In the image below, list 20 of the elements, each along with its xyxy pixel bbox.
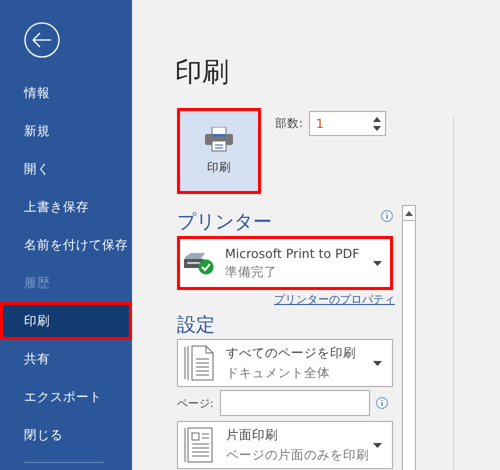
sidebar-item[interactable]: 上書き保存 [0, 188, 132, 226]
printer-dropdown[interactable]: Microsoft Print to PDF 準備完了 [177, 236, 393, 290]
page-title: 印刷 [175, 56, 230, 90]
sidebar-item[interactable]: 開く [0, 150, 132, 188]
sidebar-item[interactable]: 情報 [0, 74, 132, 112]
settings-heading: 設定 [177, 313, 216, 337]
sidebar-item[interactable]: 新規 [0, 112, 132, 150]
sidebar-item[interactable]: エクスポート [0, 378, 132, 416]
sidebar-item[interactable]: 印刷 [0, 302, 132, 340]
print-button[interactable]: 印刷 [177, 108, 261, 194]
printer-heading: プリンター [177, 210, 272, 234]
pages-label: ページ: [177, 396, 214, 410]
sidebar-item[interactable]: 共有 [0, 340, 132, 378]
printer-properties-link[interactable]: プリンターのプロパティ [274, 292, 395, 307]
settings-dropdown[interactable]: 片面印刷 ページの片面のみを印刷 [177, 421, 393, 469]
settings-dropdown[interactable]: すべてのページを印刷 ドキュメント全体 [177, 339, 393, 387]
copies-spinner[interactable]: 1 [308, 111, 386, 136]
sidebar-item[interactable]: 名前を付けて保存 [0, 226, 132, 264]
copies-label: 部数: [275, 116, 303, 131]
sidebar-item[interactable]: 閉じる [0, 416, 132, 454]
